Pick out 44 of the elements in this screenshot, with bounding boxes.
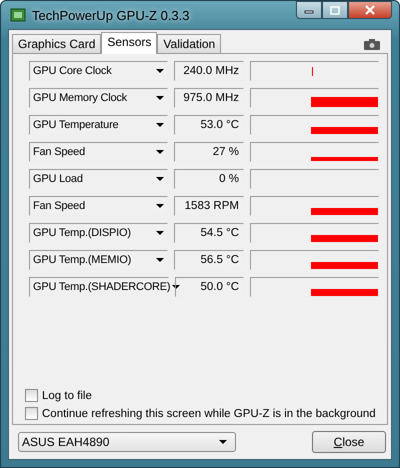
tab[interactable]: Sensors [101,32,158,54]
close-button[interactable] [348,1,392,19]
sensor-reading: 975.0 MHz [174,88,244,108]
sensor-reading: 240.0 MHz [174,61,244,81]
sensor-dropdown[interactable]: GPU Memory Clock [29,88,168,108]
close-button[interactable]: Close [312,431,386,453]
sensor-dropdown[interactable]: Fan Speed [29,142,168,162]
maximize-icon [330,6,340,14]
caret-icon [156,96,164,100]
sensor-dropdown[interactable]: GPU Core Clock [29,61,168,81]
sensor-dropdown[interactable]: Fan Speed [29,196,168,216]
sensor-reading: 56.5 °C [174,250,244,270]
chip-icon [10,8,26,22]
caret-icon [156,204,164,208]
camera-icon[interactable] [364,39,380,50]
checkbox[interactable] [25,389,38,402]
sensor-reading: 0 % [174,169,244,189]
checkbox[interactable] [25,407,38,420]
sensor-dropdown[interactable]: GPU Temp.(MEMIO) [29,250,168,270]
sensor-reading: 1583 RPM [174,196,244,216]
checkbox-label: Continue refreshing this screen while GPU-Z is in the background [42,408,376,420]
window-title: TechPowerUp GPU-Z 0.3.3 [32,8,191,22]
caret-icon [156,176,164,182]
caret-icon [172,284,180,290]
caret-icon [156,230,164,236]
sensor-reading: 50.0 °C [175,277,244,297]
caret-icon [219,440,227,444]
sensor-dropdown[interactable]: GPU Load [29,169,168,189]
sensor-reading: 53.0 °C [174,115,244,135]
sensor-dropdown[interactable]: GPU Temperature [29,115,168,135]
checkbox-label: Log to file [42,390,92,402]
caret-icon [156,68,164,74]
sensor-reading: 27 % [174,142,244,162]
minimize-button[interactable] [296,1,322,19]
tab[interactable]: Graphics Card [12,34,102,53]
caret-icon [156,150,164,154]
close-icon [364,5,376,15]
tab[interactable]: Validation [157,34,222,53]
caret-icon [156,258,164,262]
sensor-reading: 54.5 °C [174,223,244,243]
maximize-button[interactable] [322,1,348,19]
sensor-dropdown[interactable]: GPU Temp.(DISPIO) [29,223,168,243]
card-dropdown[interactable]: ASUS EAH4890 [18,432,236,452]
caret-icon [156,122,164,128]
